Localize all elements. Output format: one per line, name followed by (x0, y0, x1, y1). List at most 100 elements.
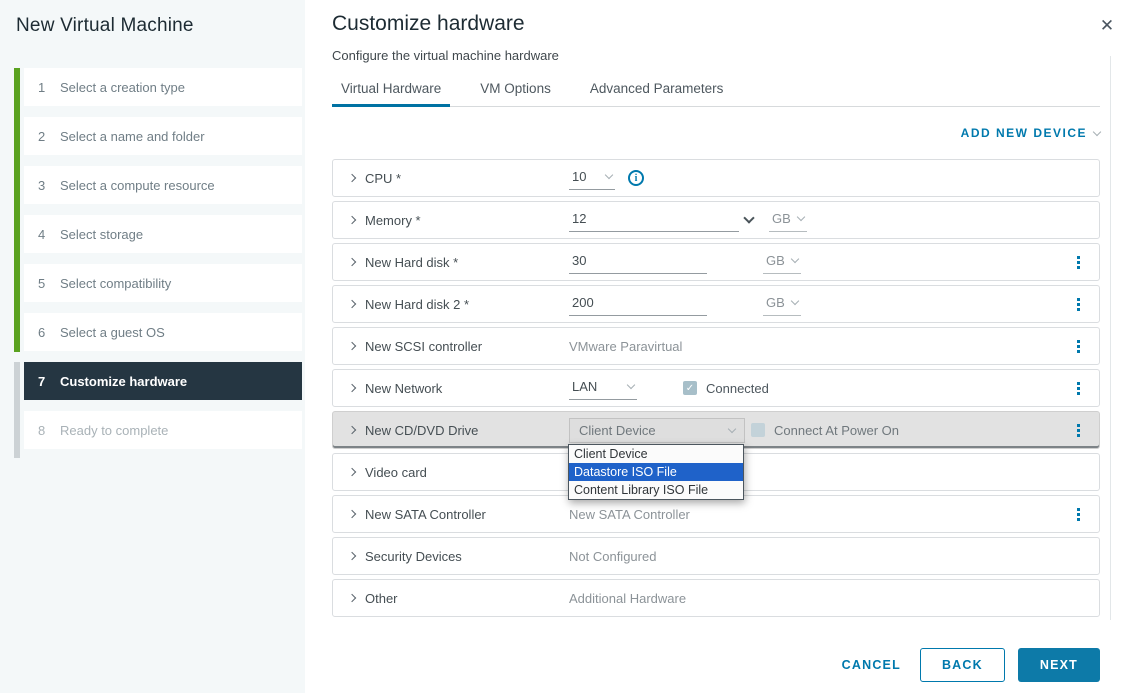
hw-row-new-sata-controller: New SATA ControllerNew SATA Controller (332, 495, 1100, 533)
row-label: New SCSI controller (349, 339, 569, 354)
back-button[interactable]: BACK (920, 648, 1005, 682)
dropdown-option-content-library-iso-file[interactable]: Content Library ISO File (569, 481, 743, 499)
expand-chevron-icon[interactable] (348, 342, 356, 350)
close-icon: ✕ (1100, 16, 1114, 36)
step-label: Customize hardware (60, 374, 187, 389)
tab-vm-options[interactable]: VM Options (471, 75, 560, 107)
expand-chevron-icon[interactable] (348, 510, 356, 518)
row-label: New Network (349, 381, 569, 396)
value-input[interactable]: 200 (569, 293, 707, 316)
sidebar-step-customize-hardware[interactable]: 7Customize hardware (24, 362, 302, 400)
dropdown-option-client-device[interactable]: Client Device (569, 445, 743, 463)
step-number: 5 (38, 276, 60, 291)
row-label-text: New Hard disk 2 * (365, 297, 469, 312)
kebab-menu-button[interactable] (1069, 422, 1087, 439)
unit-select[interactable]: GB (763, 251, 801, 274)
tab-bar: Virtual Hardware VM Options Advanced Param… (332, 75, 1100, 107)
row-label: New SATA Controller (349, 507, 569, 522)
step-label: Select a name and folder (60, 129, 205, 144)
row-control: 200 GB (569, 293, 1069, 316)
row-label-text: New Hard disk * (365, 255, 458, 270)
unit-select[interactable]: GB (763, 293, 801, 316)
cancel-button[interactable]: CANCEL (836, 648, 907, 682)
kebab-menu-button[interactable] (1069, 338, 1087, 355)
unit-select[interactable]: GB (769, 209, 807, 232)
expand-chevron-icon[interactable] (348, 384, 356, 392)
kebab-dot-icon (1077, 303, 1080, 306)
kebab-menu-button[interactable] (1069, 380, 1087, 397)
chevron-down-icon (797, 212, 805, 220)
hw-row-other: OtherAdditional Hardware (332, 579, 1100, 617)
combo-chevron-down-icon[interactable] (743, 212, 754, 223)
add-new-device-button[interactable]: ADD NEW DEVICE (961, 126, 1100, 140)
connect-at-power-on-checkbox[interactable] (751, 423, 765, 437)
step-number: 4 (38, 227, 60, 242)
kebab-menu-button[interactable] (1069, 506, 1087, 523)
tab-advanced-parameters[interactable]: Advanced Parameters (581, 75, 733, 107)
row-label-text: CPU * (365, 171, 401, 186)
kebab-dot-icon (1077, 261, 1080, 264)
expand-chevron-icon[interactable] (348, 426, 356, 434)
cd-dvd-dropdown-menu: Client DeviceDatastore ISO FileContent L… (568, 444, 744, 500)
value-input[interactable]: 30 (569, 251, 707, 274)
checkbox-label: Connected (706, 381, 769, 396)
row-label: CPU * (349, 171, 569, 186)
expand-chevron-icon[interactable] (348, 552, 356, 560)
kebab-dot-icon (1077, 345, 1080, 348)
unit-value: GB (766, 295, 785, 310)
tab-virtual-hardware[interactable]: Virtual Hardware (332, 75, 450, 107)
scrollbar[interactable] (1110, 56, 1111, 620)
step-number: 3 (38, 178, 60, 193)
hw-row-security-devices: Security DevicesNot Configured (332, 537, 1100, 575)
kebab-menu-button[interactable] (1069, 254, 1087, 271)
step-label: Select a guest OS (60, 325, 165, 340)
kebab-menu-button[interactable] (1069, 296, 1087, 313)
wizard-sidebar: New Virtual Machine 1Select a creation t… (0, 0, 305, 693)
close-button[interactable]: ✕ (1095, 14, 1119, 38)
info-icon[interactable]: i (628, 170, 644, 186)
kebab-dot-icon (1077, 392, 1080, 395)
dropdown-option-datastore-iso-file[interactable]: Datastore ISO File (569, 463, 743, 481)
step-number: 7 (38, 374, 60, 389)
new-vm-wizard-dialog: New Virtual Machine 1Select a creation t… (0, 0, 1128, 693)
expand-chevron-icon[interactable] (348, 468, 356, 476)
hw-row-new-hard-disk-2: New Hard disk 2 * 200 GB (332, 285, 1100, 323)
row-control: Additional Hardware (569, 591, 1087, 606)
device-toolbar: ADD NEW DEVICE (332, 107, 1100, 159)
sidebar-step-select-compatibility[interactable]: 5Select compatibility (24, 264, 302, 302)
page-subtitle: Configure the virtual machine hardware (332, 48, 1100, 63)
row-value: New SATA Controller (569, 507, 690, 522)
sidebar-step-select-a-guest-os[interactable]: 6Select a guest OS (24, 313, 302, 351)
sidebar-step-select-a-creation-type[interactable]: 1Select a creation type (24, 68, 302, 106)
step-number: 8 (38, 423, 60, 438)
connected-checkbox[interactable]: ✓ (683, 381, 697, 395)
sidebar-step-select-storage[interactable]: 4Select storage (24, 215, 302, 253)
hw-row-cpu: CPU * 10 i (332, 159, 1100, 197)
wizard-steps-list: 1Select a creation type 2Select a name an… (24, 68, 302, 460)
expand-chevron-icon[interactable] (348, 216, 356, 224)
sidebar-step-select-a-name-and-folder[interactable]: 2Select a name and folder (24, 117, 302, 155)
next-button[interactable]: NEXT (1018, 648, 1100, 682)
cd-device-select[interactable]: Client Device (569, 418, 745, 443)
wizard-title: New Virtual Machine (16, 15, 194, 37)
page-title: Customize hardware (332, 12, 1100, 36)
value-select[interactable]: LAN (569, 377, 637, 400)
row-label-text: New Network (365, 381, 442, 396)
expand-chevron-icon[interactable] (348, 300, 356, 308)
expand-chevron-icon[interactable] (348, 174, 356, 182)
value-input[interactable]: 12 (569, 209, 739, 232)
row-label: Video card (349, 465, 569, 480)
row-control: Not Configured (569, 549, 1087, 564)
value-select[interactable]: 10 (569, 167, 615, 190)
sidebar-step-select-a-compute-resource[interactable]: 3Select a compute resource (24, 166, 302, 204)
progress-rail-completed (14, 68, 20, 352)
step-number: 1 (38, 80, 60, 95)
expand-chevron-icon[interactable] (348, 594, 356, 602)
kebab-dot-icon (1077, 434, 1080, 437)
sidebar-step-ready-to-complete[interactable]: 8Ready to complete (24, 411, 302, 449)
row-label: Other (349, 591, 569, 606)
expand-chevron-icon[interactable] (348, 258, 356, 266)
chevron-down-icon (627, 380, 635, 388)
hw-row-new-scsi-controller: New SCSI controllerVMware Paravirtual (332, 327, 1100, 365)
row-control: LAN ✓ Connected (569, 377, 1069, 400)
